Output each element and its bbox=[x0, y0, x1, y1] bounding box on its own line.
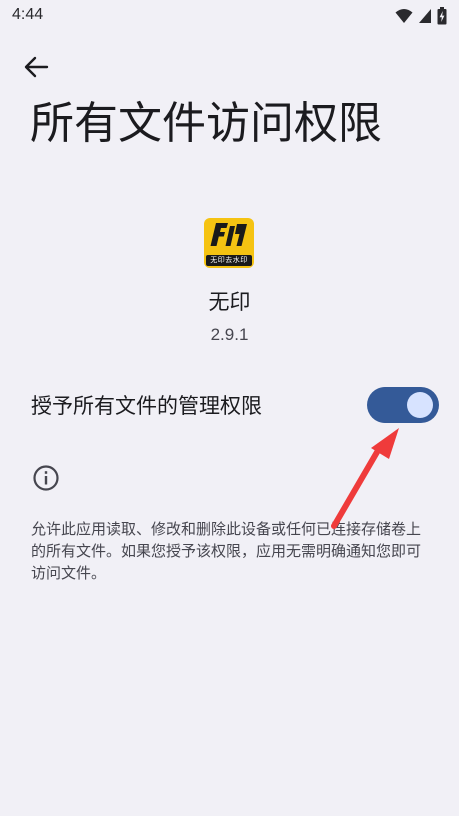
app-version: 2.9.1 bbox=[210, 325, 249, 344]
page-title: 所有文件访问权限 bbox=[30, 98, 382, 149]
app-logo-glyph bbox=[210, 223, 247, 246]
permission-label: 授予所有文件的管理权限 bbox=[31, 394, 262, 418]
app-name: 无印 bbox=[208, 290, 251, 314]
app-icon-caption: 无印去水印 bbox=[206, 255, 252, 266]
status-time: 4:44 bbox=[12, 6, 44, 23]
arrow-left-icon bbox=[24, 56, 49, 78]
status-bar: 4:44 bbox=[0, 0, 459, 32]
app-icon: 无印去水印 bbox=[204, 218, 254, 268]
permission-description: 允许此应用读取、修改和删除此设备或任何已连接存储卷上的所有文件。如果您授予该权限… bbox=[31, 520, 422, 582]
status-icons bbox=[395, 6, 447, 26]
wifi-icon bbox=[395, 9, 413, 23]
info-icon bbox=[33, 465, 59, 491]
permission-toggle-switch[interactable] bbox=[367, 387, 439, 423]
toggle-thumb bbox=[407, 392, 433, 418]
battery-charging-icon bbox=[437, 7, 447, 25]
permission-toggle-row[interactable]: 授予所有文件的管理权限 bbox=[0, 376, 459, 436]
back-button[interactable] bbox=[18, 52, 54, 82]
signal-icon bbox=[419, 9, 431, 23]
